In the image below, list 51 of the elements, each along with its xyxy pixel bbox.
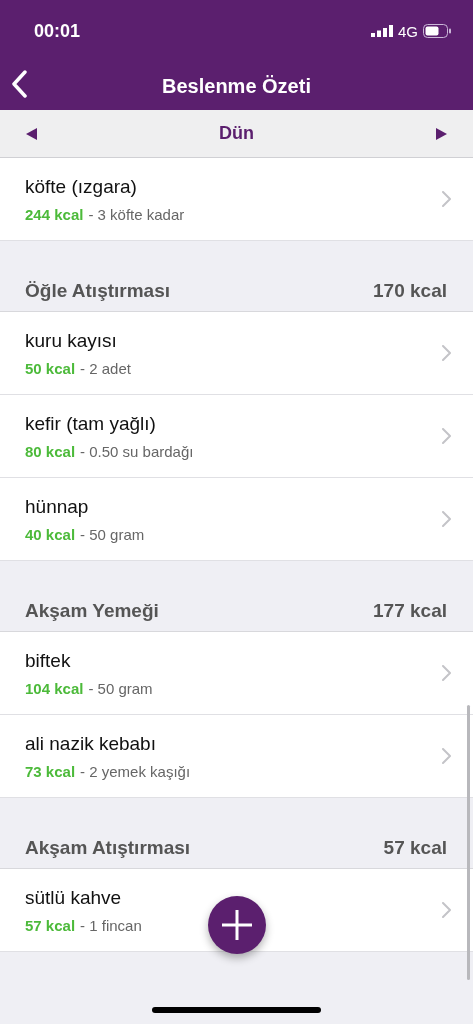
chevron-icon: [442, 511, 451, 527]
food-row[interactable]: kuru kayısı 50 kcal - 2 adet: [0, 312, 473, 395]
food-kcal: 73 kcal: [25, 762, 76, 780]
date-label: Dün: [219, 123, 254, 144]
food-kcal: 57 kcal: [25, 916, 76, 934]
food-name: biftek: [25, 649, 72, 672]
meal-total: 170 kcal: [373, 280, 447, 302]
food-kcal: 80 kcal: [25, 442, 76, 460]
food-portion: - 1 fincan: [80, 916, 142, 934]
food-kcal: 244 kcal: [25, 205, 84, 223]
status-time: 00:01: [34, 20, 81, 42]
food-kcal: 104 kcal: [25, 679, 84, 697]
food-portion: - 0.50 su bardağı: [80, 442, 194, 460]
food-portion: - 50 gram: [88, 679, 153, 697]
food-portion: - 3 köfte kadar: [88, 205, 185, 223]
food-row[interactable]: biftek 104 kcal - 50 gram: [0, 632, 473, 715]
food-portion: - 2 yemek kaşığı: [80, 762, 191, 780]
next-day-icon[interactable]: [436, 127, 447, 140]
meal-total: 57 kcal: [383, 837, 447, 859]
plus-icon: [222, 910, 252, 940]
back-icon[interactable]: [11, 70, 27, 98]
food-name: köfte (ızgara): [25, 175, 138, 198]
food-name: hünnap: [25, 495, 90, 518]
food-kcal: 50 kcal: [25, 359, 76, 377]
food-portion: - 50 gram: [80, 525, 145, 543]
chevron-icon: [442, 345, 451, 361]
meal-total: 177 kcal: [373, 600, 447, 622]
food-row[interactable]: köfte (ızgara) 244 kcal - 3 köfte kadar: [0, 158, 473, 241]
food-name: kefir (tam yağlı): [25, 412, 157, 435]
chevron-icon: [442, 748, 451, 764]
meal-title: Akşam Yemeği: [25, 600, 159, 622]
chevron-icon: [442, 902, 451, 918]
screen-title: Beslenme Özeti: [162, 74, 311, 98]
food-row[interactable]: sütlü kahve 57 kcal - 1 fincan: [0, 869, 473, 952]
battery-icon: [423, 24, 451, 38]
chevron-icon: [442, 665, 451, 681]
food-row[interactable]: hünnap 40 kcal - 50 gram: [0, 478, 473, 561]
food-name: sütlü kahve: [25, 886, 123, 909]
food-row[interactable]: kefir (tam yağlı) 80 kcal - 0.50 su bardağı: [0, 395, 473, 478]
signal-icon: [371, 25, 393, 37]
meal-title: Akşam Atıştırması: [25, 837, 191, 859]
food-name: kuru kayısı: [25, 329, 118, 352]
food-name: ali nazik kebabı: [25, 732, 157, 755]
food-kcal: 40 kcal: [25, 525, 76, 543]
food-row[interactable]: ali nazik kebabı 73 kcal - 2 yemek kaşığı: [0, 715, 473, 798]
network-label: 4G: [398, 22, 418, 40]
chevron-icon: [442, 191, 451, 207]
meal-title: Öğle Atıştırması: [25, 280, 170, 302]
food-portion: - 2 adet: [80, 359, 131, 377]
previous-day-icon[interactable]: [26, 127, 37, 140]
chevron-icon: [442, 428, 451, 444]
